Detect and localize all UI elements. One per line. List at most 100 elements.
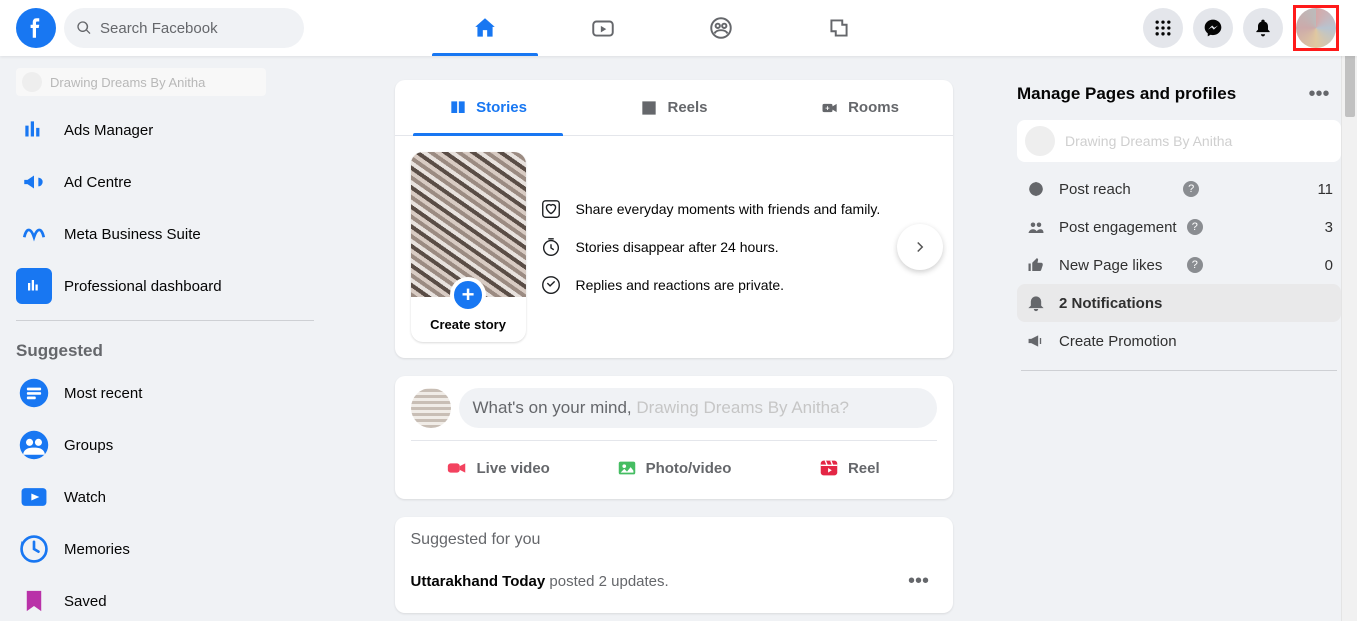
composer-ghost-name: Drawing Dreams By Anitha? — [636, 398, 849, 418]
tab-watch[interactable] — [548, 0, 658, 56]
help-icon[interactable]: ? — [1187, 257, 1203, 273]
info-text: Stories disappear after 24 hours. — [576, 239, 779, 255]
sidebar-item-groups[interactable]: Groups — [8, 419, 322, 471]
divider — [16, 320, 314, 321]
vertical-scrollbar[interactable]: ▲ — [1341, 0, 1357, 621]
sidebar-item-label: Ad Centre — [64, 174, 132, 191]
avatar-icon[interactable] — [411, 388, 451, 428]
divider — [1021, 370, 1337, 371]
photo-icon — [616, 457, 638, 479]
chevron-right-icon — [911, 238, 929, 256]
globe-icon — [1025, 180, 1047, 198]
sidebar-item-label: Groups — [64, 437, 113, 454]
messenger-button[interactable] — [1193, 8, 1233, 48]
suggested-meta: posted 2 updates. — [545, 573, 668, 590]
stat-label: New Page likes — [1059, 257, 1181, 274]
tab-label: Rooms — [848, 99, 899, 116]
messenger-icon — [1203, 18, 1223, 38]
reel-button[interactable]: Reel — [761, 449, 936, 487]
story-info-row: Replies and reactions are private. — [540, 274, 937, 296]
composer-input[interactable]: What's on your mind, Drawing Dreams By A… — [459, 388, 937, 428]
tab-gaming[interactable] — [784, 0, 894, 56]
sidebar-item-saved[interactable]: Saved — [8, 575, 322, 621]
promotion-label: Create Promotion — [1059, 333, 1333, 350]
notifications-label: 2 Notifications — [1059, 295, 1333, 312]
panel-title: Manage Pages and profiles — [1017, 84, 1236, 104]
live-icon — [446, 457, 468, 479]
photo-video-button[interactable]: Photo/video — [586, 449, 761, 487]
account-avatar-button[interactable] — [1293, 5, 1339, 51]
story-cover-image — [411, 152, 526, 297]
panel-more-button[interactable]: ••• — [1301, 76, 1337, 112]
live-video-button[interactable]: Live video — [411, 449, 586, 487]
watch-square-icon — [16, 479, 52, 515]
notifications-button[interactable] — [1243, 8, 1283, 48]
menu-grid-button[interactable] — [1143, 8, 1183, 48]
sidebar-item-most-recent[interactable]: Most recent — [8, 367, 322, 419]
suggested-title: Suggested for you — [411, 531, 937, 549]
stories-next-button[interactable] — [897, 224, 943, 270]
avatar-icon — [1296, 8, 1336, 48]
top-header: Search Facebook — [0, 0, 1357, 56]
dots-icon: ••• — [908, 570, 929, 593]
tab-stories[interactable]: Stories — [395, 80, 581, 135]
grid-icon — [1153, 18, 1173, 38]
timer-icon — [540, 236, 562, 258]
tab-home[interactable] — [430, 0, 540, 56]
dots-icon: ••• — [1308, 83, 1329, 106]
sidebar-item-ad-centre[interactable]: Ad Centre — [8, 156, 322, 208]
sidebar-item-meta-business[interactable]: Meta Business Suite — [8, 208, 322, 260]
story-info-row: Stories disappear after 24 hours. — [540, 236, 937, 258]
recent-icon — [16, 375, 52, 411]
composer-top: What's on your mind, Drawing Dreams By A… — [411, 388, 937, 441]
sidebar-item-memories[interactable]: Memories — [8, 523, 322, 575]
stat-new-page-likes[interactable]: New Page likes ? 0 — [1017, 246, 1341, 284]
groups-circle-icon — [16, 427, 52, 463]
tab-groups[interactable] — [666, 0, 776, 56]
managed-page-chip[interactable]: Drawing Dreams By Anitha — [1017, 120, 1341, 162]
sidebar-item-label: Memories — [64, 541, 130, 558]
create-story-label: Create story — [411, 317, 526, 342]
facebook-logo-icon[interactable] — [16, 8, 56, 48]
stat-notifications[interactable]: 2 Notifications — [1017, 284, 1341, 322]
help-icon[interactable]: ? — [1183, 181, 1199, 197]
svg-text:+: + — [825, 103, 830, 112]
megaphone-outline-icon — [1025, 332, 1047, 350]
tab-label: Stories — [476, 99, 527, 116]
thumb-icon — [1025, 256, 1047, 274]
megaphone-icon — [16, 164, 52, 200]
tab-reels[interactable]: Reels — [581, 80, 767, 135]
composer-card: What's on your mind, Drawing Dreams By A… — [395, 376, 953, 499]
info-text: Replies and reactions are private. — [576, 277, 785, 293]
people-icon — [1025, 218, 1047, 236]
create-story-card[interactable]: + Create story — [411, 152, 526, 342]
sidebar-item-professional-dashboard[interactable]: Professional dashboard — [8, 260, 322, 312]
sidebar-item-label: Ads Manager — [64, 122, 153, 139]
suggested-page-name: Uttarakhand Today — [411, 573, 546, 590]
heart-card-icon — [540, 198, 562, 220]
groups-icon — [708, 15, 734, 41]
stat-value: 3 — [1325, 219, 1333, 236]
sidebar-item-label: Meta Business Suite — [64, 226, 201, 243]
stat-post-engagement[interactable]: Post engagement ? 3 — [1017, 208, 1341, 246]
stories-tabs: Stories Reels + Rooms — [395, 80, 953, 136]
bars-icon — [16, 112, 52, 148]
help-icon[interactable]: ? — [1187, 219, 1203, 235]
sidebar-item-label: Saved — [64, 593, 107, 610]
plus-icon: + — [450, 277, 486, 313]
sidebar-item-ads-manager[interactable]: Ads Manager — [8, 104, 322, 156]
stat-create-promotion[interactable]: Create Promotion — [1017, 322, 1341, 360]
home-icon — [472, 15, 498, 41]
info-text: Share everyday moments with friends and … — [576, 201, 881, 217]
suggested-text[interactable]: Uttarakhand Today posted 2 updates. — [411, 573, 669, 590]
stat-post-reach[interactable]: Post reach ? 11 — [1017, 170, 1341, 208]
more-options-button[interactable]: ••• — [901, 563, 937, 599]
tab-rooms[interactable]: + Rooms — [767, 80, 953, 135]
sidebar-profile-chip[interactable]: Drawing Dreams By Anitha — [16, 68, 266, 96]
center-feed: Stories Reels + Rooms + Create — [379, 56, 969, 621]
search-input[interactable]: Search Facebook — [64, 8, 304, 48]
stat-value: 11 — [1317, 181, 1333, 198]
sidebar-item-watch[interactable]: Watch — [8, 471, 322, 523]
sidebar-heading-suggested: Suggested — [8, 329, 322, 367]
sidebar-profile-name: Drawing Dreams By Anitha — [50, 75, 205, 90]
